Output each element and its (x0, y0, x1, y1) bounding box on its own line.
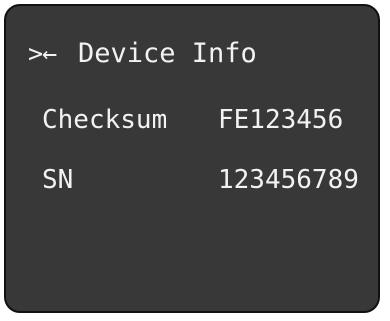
screen-title: Device Info (78, 38, 257, 69)
sn-label: SN (42, 165, 74, 195)
info-row-sn: SN 123456789 (42, 162, 372, 198)
screen-header: >← Device Info (28, 36, 257, 72)
device-info-screen: >← Device Info Checksum FE123456 SN 1234… (4, 4, 380, 313)
back-selection-icon[interactable]: >← (28, 36, 78, 72)
checksum-value: FE123456 (218, 105, 344, 135)
sn-value: 123456789 (218, 165, 359, 195)
checksum-label: Checksum (42, 105, 168, 135)
info-row-checksum: Checksum FE123456 (42, 102, 372, 138)
